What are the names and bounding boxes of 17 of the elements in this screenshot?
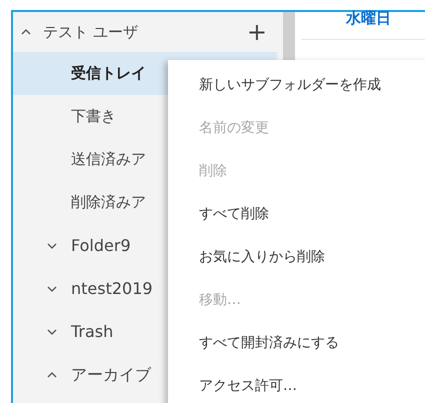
add-button[interactable]: + [246,20,267,44]
folder-name: Trash [71,320,114,342]
menu-item[interactable]: すべて開封済みにする [168,322,425,365]
menu-item[interactable]: すべて削除 [168,193,425,236]
account-name[interactable]: テスト ユーザ [43,20,247,44]
chevron-down-icon[interactable] [47,328,57,334]
chevron-down-icon[interactable] [47,286,57,292]
chevron-up-icon[interactable] [47,372,57,378]
menu-item[interactable]: アクセス許可… [168,365,425,403]
folder-name: 受信トレイ [70,63,146,84]
chevron-down-icon[interactable] [47,242,57,248]
day-header: 水曜日 [346,8,391,28]
chevron-up-icon[interactable] [21,29,31,35]
folder-name: アーカイブ [71,364,151,386]
folder-name: ntest2019 [71,278,153,300]
menu-item[interactable]: お気に入りから削除 [168,236,425,279]
folder-name: Folder9 [71,234,131,256]
